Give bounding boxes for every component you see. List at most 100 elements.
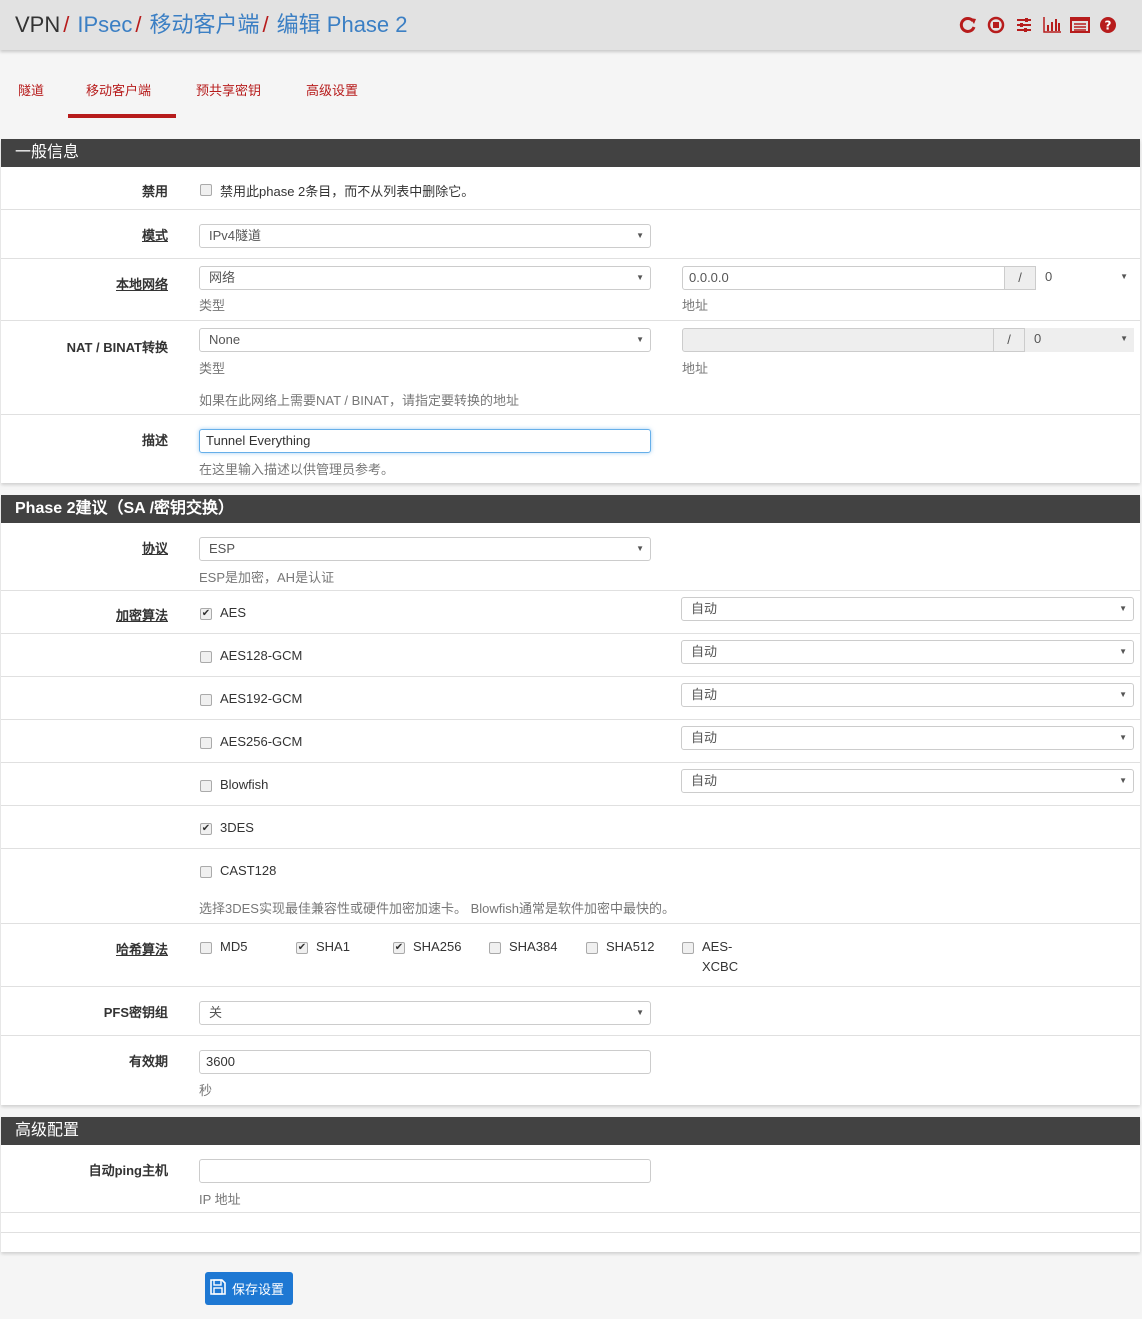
aes256-gcm-checkbox[interactable]: [200, 737, 212, 749]
local-network-type-help: 类型: [199, 298, 226, 313]
empty-row: [1, 1233, 1140, 1252]
cast128-label: CAST128: [220, 863, 277, 878]
bar-chart-icon[interactable]: [1042, 15, 1062, 35]
nat-address-input: / 0: [682, 328, 1134, 352]
sha512-checkbox[interactable]: [586, 942, 598, 954]
encryption-row: AES256-GCM 自动: [1, 720, 1140, 763]
local-network-type-select[interactable]: 网络: [199, 266, 651, 290]
encryption-row: Blowfish 自动: [1, 763, 1140, 806]
advanced-config-panel: 高级配置 自动ping主机 IP 地址: [1, 1117, 1140, 1252]
description-input[interactable]: Tunnel Everything: [199, 429, 651, 453]
panel-title: Phase 2建议（SA /密钥交换）: [1, 495, 1140, 523]
restart-icon[interactable]: [958, 15, 978, 35]
settings-sliders-icon[interactable]: [1014, 15, 1034, 35]
sha512-label: SHA512: [606, 939, 655, 954]
panel-title: 一般信息: [1, 139, 1140, 167]
blowfish-checkbox[interactable]: [200, 780, 212, 792]
encryption-row: AES128-GCM 自动: [1, 634, 1140, 677]
header-icons: ?: [958, 15, 1118, 35]
lifetime-label: 有效期: [128, 1054, 168, 1069]
description-row: 描述 Tunnel Everything 在这里输入描述以供管理员参考。: [1, 415, 1140, 482]
blowfish-keylen-select[interactable]: 自动: [681, 769, 1134, 793]
breadcrumb: VPN / IPsec / 移动客户端 / 编辑 Phase 2: [15, 11, 408, 39]
pfs-label: PFS密钥组: [103, 1005, 168, 1020]
tab-tunnels[interactable]: 隧道: [0, 70, 68, 118]
mode-label: 模式: [141, 228, 168, 243]
breadcrumb-mobile-clients[interactable]: 移动客户端: [150, 12, 260, 37]
3des-label: 3DES: [220, 820, 254, 835]
protocol-help: ESP是加密，AH是认证: [199, 570, 335, 585]
lifetime-help: 秒: [199, 1083, 213, 1098]
encryption-row: 加密算法 ✔ AES 自动: [1, 591, 1140, 634]
local-network-row: 本地网络 网络 类型 0.0.0.0 / 0 地址: [1, 259, 1140, 321]
hash-label: 哈希算法: [115, 942, 168, 957]
aes-xcbc-checkbox[interactable]: [682, 942, 694, 954]
sha384-checkbox[interactable]: [489, 942, 501, 954]
aes192-gcm-keylen-select[interactable]: 自动: [681, 683, 1134, 707]
aes128-gcm-label: AES128-GCM: [220, 648, 303, 663]
local-network-address-help: 地址: [682, 298, 709, 313]
aes192-gcm-label: AES192-GCM: [220, 691, 303, 706]
hash-row: 哈希算法 MD5 ✔ SHA1 ✔ SHA256 SHA384 SHA512 A…: [1, 924, 1140, 987]
tab-advanced-settings[interactable]: 高级设置: [286, 70, 386, 118]
cast128-checkbox[interactable]: [200, 866, 212, 878]
encryption-row: CAST128 选择3DES实现最佳兼容性或硬件加密加速卡。 Blowfish通…: [1, 849, 1140, 924]
save-button-label: 保存设置: [232, 1282, 285, 1297]
protocol-select[interactable]: ESP: [199, 537, 651, 561]
aes192-gcm-checkbox[interactable]: [200, 694, 212, 706]
disabled-label: 禁用: [141, 184, 168, 199]
panel-title: 高级配置: [1, 1117, 1140, 1145]
breadcrumb-ipsec[interactable]: IPsec: [77, 12, 132, 37]
tab-pre-shared-keys[interactable]: 预共享密钥: [176, 70, 286, 118]
local-network-address-value[interactable]: 0.0.0.0: [689, 270, 729, 285]
encryption-label: 加密算法: [115, 608, 168, 623]
svg-text:?: ?: [1105, 19, 1112, 33]
help-icon[interactable]: ?: [1098, 15, 1118, 35]
sha1-checkbox[interactable]: ✔: [296, 942, 308, 954]
save-button[interactable]: 保存设置: [205, 1272, 293, 1305]
aes-checkbox[interactable]: ✔: [200, 608, 212, 620]
local-network-mask-select[interactable]: 0: [1036, 266, 1134, 290]
sha256-checkbox[interactable]: ✔: [393, 942, 405, 954]
breadcrumb-edit-phase2[interactable]: 编辑 Phase 2: [277, 12, 408, 37]
protocol-label: 协议: [141, 541, 168, 556]
nat-mask-select[interactable]: 0: [1025, 328, 1134, 352]
mode-row: 模式 IPv4隧道: [1, 210, 1140, 259]
blowfish-label: Blowfish: [220, 777, 269, 792]
encryption-help: 选择3DES实现最佳兼容性或硬件加密加速卡。 Blowfish通常是软件加密中最…: [199, 901, 675, 916]
aes128-gcm-checkbox[interactable]: [200, 651, 212, 663]
tab-mobile-clients[interactable]: 移动客户端: [68, 70, 176, 118]
disabled-checkbox[interactable]: [200, 184, 212, 196]
phase2-proposal-panel: Phase 2建议（SA /密钥交换） 协议 ESP ESP是加密，AH是认证 …: [1, 495, 1140, 1105]
nat-label: NAT / BINAT转换: [66, 340, 168, 355]
local-network-label: 本地网络: [115, 277, 168, 292]
tab-bar: 隧道 移动客户端 预共享密钥 高级设置: [0, 70, 386, 118]
3des-checkbox[interactable]: ✔: [200, 823, 212, 835]
ping-host-input[interactable]: [199, 1159, 651, 1183]
stop-icon[interactable]: [986, 15, 1006, 35]
cidr-slash: /: [993, 329, 1025, 351]
aes-xcbc-label-line2: XCBC: [702, 959, 739, 974]
description-help: 在这里输入描述以供管理员参考。: [199, 462, 395, 477]
lifetime-input[interactable]: 3600: [199, 1050, 651, 1074]
nat-type-select[interactable]: None: [199, 328, 651, 352]
general-info-panel: 一般信息 禁用 禁用此phase 2条目，而不从列表中删除它。 模式 IPv4隧…: [1, 139, 1140, 483]
md5-label: MD5: [220, 939, 248, 954]
log-list-icon[interactable]: [1070, 15, 1090, 35]
protocol-row: 协议 ESP ESP是加密，AH是认证: [1, 523, 1140, 591]
nat-note: 如果在此网络上需要NAT / BINAT，请指定要转换的地址: [199, 393, 519, 408]
pfs-select[interactable]: 关: [199, 1001, 651, 1025]
breadcrumb-separator: /: [63, 12, 70, 37]
breadcrumb-separator: /: [135, 12, 142, 37]
mode-select[interactable]: IPv4隧道: [199, 224, 651, 248]
aes-label: AES: [220, 605, 247, 620]
aes256-gcm-label: AES256-GCM: [220, 734, 303, 749]
aes256-gcm-keylen-select[interactable]: 自动: [681, 726, 1134, 750]
breadcrumb-vpn: VPN: [15, 12, 61, 37]
encryption-row: ✔ 3DES: [1, 806, 1140, 849]
aes128-gcm-keylen-select[interactable]: 自动: [681, 640, 1134, 664]
pfs-row: PFS密钥组 关: [1, 987, 1140, 1036]
aes-keylen-select[interactable]: 自动: [681, 597, 1134, 621]
sha384-label: SHA384: [509, 939, 558, 954]
md5-checkbox[interactable]: [200, 942, 212, 954]
